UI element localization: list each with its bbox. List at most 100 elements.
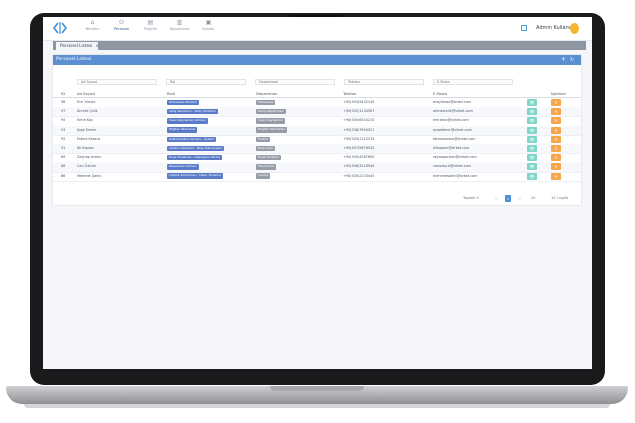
page-size-select[interactable]: 20: [531, 195, 535, 202]
eye-icon: 👁: [529, 109, 535, 115]
header-phone[interactable]: Telefon: [343, 90, 356, 97]
page-size-label[interactable]: 10 / sayfa: [551, 195, 568, 202]
department-badge: Üretim: [256, 136, 271, 142]
edit-button[interactable]: ✎: [551, 135, 561, 143]
view-button[interactable]: 👁: [527, 172, 537, 180]
header-department[interactable]: Departman: [256, 90, 277, 97]
edit-button[interactable]: ✎: [551, 117, 561, 125]
department-badge: Müşteri Hizmetleri: [256, 127, 288, 133]
cell-name: Emre Koç: [77, 118, 93, 123]
department-badge: İnsan Kaynakları: [256, 118, 285, 124]
cell-name: Zeynep Arslan: [77, 155, 102, 160]
add-icon[interactable]: +: [561, 55, 566, 65]
pencil-icon: ✎: [554, 164, 558, 170]
card-title: Personel Listesi: [56, 57, 92, 62]
nav-item-yonetim[interactable]: ⌂ Yönetim: [78, 19, 107, 39]
laptop-groove: [270, 386, 364, 391]
cell-name: Fatma Karaca: [77, 136, 101, 141]
eye-icon: 👁: [529, 173, 535, 179]
header-role[interactable]: Rolü: [167, 90, 175, 97]
filter-row: [53, 79, 581, 85]
view-button[interactable]: 👁: [527, 108, 537, 116]
card-header: Personel Listesi + ↻: [53, 55, 581, 65]
header-name[interactable]: Ad Soyad: [77, 90, 95, 97]
filter-name-input[interactable]: [77, 79, 157, 85]
header-email[interactable]: E-Posta: [433, 90, 447, 97]
cell-phone: +90(507)9876543: [343, 146, 375, 150]
page-1-button[interactable]: 1: [505, 195, 511, 202]
cell-name: Mehmet Şahin: [77, 173, 102, 178]
next-page-button[interactable]: ›: [517, 195, 523, 202]
edit-button[interactable]: ✎: [551, 99, 561, 106]
header-id[interactable]: ID: [61, 90, 65, 97]
cell-name: Can Öztürk: [77, 164, 96, 169]
pagination: Toplam 9 ‹ 1 › 20 10 / sayfa: [53, 195, 581, 202]
personnel-card: Personel Listesi + ↻ ID Ad Soyad Rolü De…: [53, 55, 581, 205]
role-badge: Lojistik Sorumlusu - Depo Yönetimi: [167, 173, 224, 179]
cell-id: 89: [61, 155, 66, 160]
cell-email: fatmakaraca@sirket.com: [433, 136, 476, 141]
cell-name: Ahmet Çelik: [77, 109, 98, 114]
role-badge: Yazılım Geliştirici - Bilgi Teknolojiler…: [167, 145, 225, 152]
filter-role-input[interactable]: [166, 79, 246, 85]
edit-button[interactable]: ✎: [551, 172, 561, 180]
view-button[interactable]: 👁: [527, 117, 537, 125]
eye-icon: 👁: [529, 136, 535, 142]
view-button[interactable]: 👁: [527, 135, 537, 143]
view-button[interactable]: 👁: [527, 126, 537, 134]
prev-page-button[interactable]: ‹: [493, 195, 499, 202]
refresh-icon[interactable]: ↻: [570, 55, 574, 65]
pagination-total: Toplam 9: [463, 196, 479, 200]
cell-email: canozturk@sirket.com: [433, 164, 471, 169]
nav-item-projeler[interactable]: ▤ Projeler: [136, 19, 165, 39]
filter-department-input[interactable]: [255, 79, 335, 85]
top-navbar: ⌂ Yönetim ⚇ Personel ▤ Projeler ▥ Raporl…: [43, 17, 592, 41]
table-header: ID Ad Soyad Rolü Departman Telefon E-Pos…: [53, 90, 581, 98]
folder-icon: ▤: [147, 19, 154, 26]
cell-email: zeyneparslan@sirket.com: [433, 155, 477, 160]
user-name[interactable]: Admin Kullanıcı: [536, 25, 574, 31]
role-badge: Pazarlama Uzmanı: [167, 164, 199, 170]
home-icon: ⌂: [90, 19, 95, 26]
nav-item-raporlama[interactable]: ▥ Raporlama: [165, 19, 194, 39]
view-button[interactable]: 👁: [527, 154, 537, 162]
settings-icon: ▣: [205, 19, 212, 26]
pencil-icon: ✎: [554, 146, 558, 151]
cell-id: 86: [61, 173, 66, 178]
role-badge: Proje Yöneticisi - Operasyon Birimi: [167, 154, 223, 161]
nav-item-ayarlar[interactable]: ▣ Ayarlar: [194, 19, 223, 39]
app-logo[interactable]: [53, 21, 67, 35]
main-nav: ⌂ Yönetim ⚇ Personel ▤ Projeler ▥ Raporl…: [78, 19, 223, 39]
eye-icon: 👁: [529, 146, 535, 151]
cell-email: mehmetsahin@sirket.com: [433, 173, 478, 178]
edit-button[interactable]: ✎: [551, 163, 561, 171]
nav-item-personel[interactable]: ⚇ Personel: [107, 19, 136, 39]
close-icon[interactable]: ×: [95, 43, 98, 48]
avatar[interactable]: [570, 23, 579, 34]
cell-name: Ayşe Demir: [77, 127, 97, 132]
filter-email-input[interactable]: [433, 79, 513, 85]
eye-icon: 👁: [529, 100, 535, 105]
edit-button[interactable]: ✎: [551, 145, 561, 152]
role-badge: Kalite Kontrol Uzmanı - Üretim: [167, 136, 217, 142]
edit-button[interactable]: ✎: [551, 126, 561, 134]
cell-id: 95: [61, 118, 66, 123]
filter-phone-input[interactable]: [344, 79, 424, 85]
department-badge: Satış Departmanı: [256, 108, 287, 115]
view-button[interactable]: 👁: [527, 145, 537, 152]
fullscreen-icon[interactable]: [521, 25, 527, 31]
eye-icon: 👁: [529, 155, 535, 161]
edit-button[interactable]: ✎: [551, 154, 561, 162]
view-button[interactable]: 👁: [527, 99, 537, 106]
tab-personel-listesi[interactable]: Personel Listesi ×: [56, 42, 99, 50]
cell-id: 91: [61, 146, 66, 150]
cell-email: eceyilmaz@sirket.com: [433, 100, 472, 104]
eye-icon: 👁: [529, 127, 535, 133]
cell-email: alikaplan@sirket.com: [433, 146, 470, 150]
view-button[interactable]: 👁: [527, 163, 537, 171]
table-row[interactable]: 86 Mehmet Şahin Lojistik Sorumlusu - Depo …: [53, 172, 581, 182]
department-badge: Proje Yönetimi: [256, 154, 282, 161]
chart-icon: ▥: [176, 19, 183, 26]
edit-button[interactable]: ✎: [551, 108, 561, 116]
pencil-icon: ✎: [554, 136, 558, 142]
